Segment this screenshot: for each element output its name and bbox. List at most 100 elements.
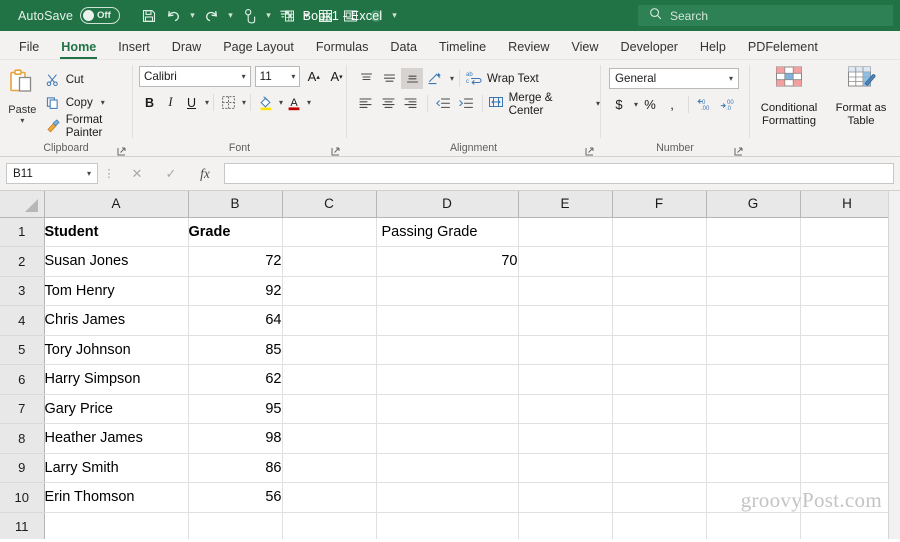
accounting-format-button[interactable]: $ [609,94,629,115]
row-header-9[interactable]: 9 [0,453,45,483]
cell-f5[interactable] [612,335,707,365]
form-icon[interactable] [338,3,363,28]
cell-a7[interactable]: Gary Price [44,394,189,424]
tab-data[interactable]: Data [379,41,428,59]
row-header-3[interactable]: 3 [0,276,45,306]
tab-insert[interactable]: Insert [107,41,161,59]
cell-d10[interactable] [376,482,519,513]
cell-c8[interactable] [282,423,377,454]
cell-f8[interactable] [612,423,707,454]
row-header-8[interactable]: 8 [0,423,45,454]
cell-a3[interactable]: Tom Henry [44,276,189,306]
cell-f3[interactable] [612,276,707,306]
cell-g7[interactable] [706,394,801,424]
cell-g10[interactable] [706,482,801,513]
cell-d1[interactable]: Passing Grade [376,217,519,247]
column-header-h[interactable]: H [800,191,895,218]
cell-c10[interactable] [282,482,377,513]
font-color-button[interactable]: A [283,92,304,113]
cell-e4[interactable] [518,305,613,336]
cell-h8[interactable] [800,423,895,454]
cell-e8[interactable] [518,423,613,454]
decrease-indent-button[interactable] [433,93,455,114]
column-header-c[interactable]: C [282,191,377,218]
number-format-combo[interactable]: General ▾ [609,68,739,89]
vertical-scrollbar[interactable] [888,191,900,539]
save-icon[interactable] [136,3,161,28]
cell-d9[interactable] [376,453,519,483]
cell-h3[interactable] [800,276,895,306]
cell-g4[interactable] [706,305,801,336]
cell-b3[interactable]: 92 [188,276,283,306]
row-header-7[interactable]: 7 [0,394,45,424]
row-header-10[interactable]: 10 [0,482,45,513]
number-dialog-launcher-icon[interactable] [734,147,743,156]
cell-h10[interactable] [800,482,895,513]
cell-f1[interactable] [612,217,707,247]
cell-c7[interactable] [282,394,377,424]
autosave-switch[interactable]: Off [80,7,121,24]
cell-d7[interactable] [376,394,519,424]
autosave-toggle[interactable]: AutoSave Off [18,7,121,24]
increase-indent-button[interactable] [455,93,477,114]
increase-font-size-button[interactable]: A ▴ [304,66,323,87]
cell-e6[interactable] [518,364,613,395]
name-box[interactable]: B11 ▾ [6,163,98,184]
font-name-combo[interactable]: Calibri ▾ [139,66,251,87]
fill-color-button[interactable] [255,92,276,113]
cell-c2[interactable] [282,246,377,277]
tab-pdfelement[interactable]: PDFelement [737,41,829,59]
touch-mode-icon[interactable] [237,3,262,28]
font-size-combo[interactable]: 11 ▾ [254,66,301,87]
font-size-caret-icon[interactable]: ▾ [291,72,295,81]
cell-g6[interactable] [706,364,801,395]
cell-g9[interactable] [706,453,801,483]
cell-b10[interactable]: 56 [188,482,283,513]
cell-d11[interactable] [376,512,519,539]
merge-center-caret-icon[interactable]: ▾ [596,99,600,108]
tab-formulas[interactable]: Formulas [305,41,379,59]
font-dialog-launcher-icon[interactable] [331,147,340,156]
cell-d4[interactable] [376,305,519,336]
cell-d5[interactable] [376,335,519,365]
cell-c4[interactable] [282,305,377,336]
cell-g11[interactable] [706,512,801,539]
search-box[interactable]: Search [638,5,893,26]
cell-a2[interactable]: Susan Jones [44,246,189,277]
cell-f9[interactable] [612,453,707,483]
cell-a5[interactable]: Tory Johnson [44,335,189,365]
record-icon[interactable] [363,3,388,28]
cell-a8[interactable]: Heather James [44,423,189,454]
font-color-caret-icon[interactable]: ▾ [307,98,311,107]
row-header-6[interactable]: 6 [0,364,45,395]
row-header-4[interactable]: 4 [0,305,45,336]
cell-b2[interactable]: 72 [188,246,283,277]
cell-c9[interactable] [282,453,377,483]
borders-button[interactable] [218,92,239,113]
cell-h4[interactable] [800,305,895,336]
cell-c6[interactable] [282,364,377,395]
cell-f7[interactable] [612,394,707,424]
cell-b1[interactable]: Grade [188,217,283,247]
confirm-entry-button[interactable]: ✓ [154,163,188,185]
paste-caret-icon[interactable]: ▾ [20,117,24,125]
align-bottom-button[interactable] [401,68,423,89]
cell-c1[interactable] [282,217,377,247]
sort-filter-icon[interactable] [275,3,300,28]
pivot-table-icon[interactable] [313,3,338,28]
touch-mode-caret-icon[interactable]: ▾ [262,3,275,28]
row-header-1[interactable]: 1 [0,217,45,247]
cell-a6[interactable]: Harry Simpson [44,364,189,395]
cell-d6[interactable] [376,364,519,395]
cell-f6[interactable] [612,364,707,395]
cell-b7[interactable]: 95 [188,394,283,424]
column-header-a[interactable]: A [44,191,189,218]
accounting-caret-icon[interactable]: ▾ [634,100,638,109]
cell-a11[interactable] [44,512,189,539]
tab-draw[interactable]: Draw [161,41,212,59]
bold-button[interactable]: B [139,92,160,113]
cell-g1[interactable] [706,217,801,247]
redo-dropdown-caret-icon[interactable]: ▾ [224,3,237,28]
column-header-f[interactable]: F [612,191,707,218]
row-header-11[interactable]: 11 [0,512,45,539]
